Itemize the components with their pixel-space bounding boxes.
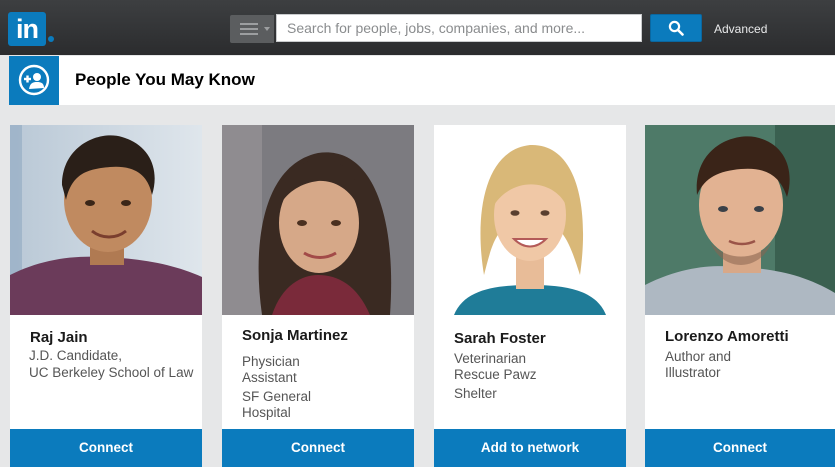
connect-button[interactable]: Connect <box>10 429 202 467</box>
person-title-line: Rescue Pawz <box>454 367 537 382</box>
nav-menu-button[interactable] <box>230 15 274 43</box>
search-icon <box>668 20 684 36</box>
person-title-line: J.D. Candidate, <box>29 348 123 363</box>
connect-button[interactable]: Connect <box>222 429 414 467</box>
person-name[interactable]: Sonja Martinez <box>242 327 348 344</box>
connect-button[interactable]: Connect <box>645 429 835 467</box>
person-title-line: Physician <box>242 354 300 369</box>
section-header: People You May Know <box>9 56 835 105</box>
search-button[interactable] <box>650 14 702 42</box>
person-card-sarah-foster[interactable]: Sarah Foster Veterinarian Rescue Pawz Sh… <box>434 125 626 467</box>
logo-dot <box>48 36 54 42</box>
person-card-sonja-martinez[interactable]: Sonja Martinez Physician Assistant SF Ge… <box>222 125 414 467</box>
advanced-search-link[interactable]: Advanced <box>714 22 767 36</box>
profile-photo[interactable] <box>222 125 414 315</box>
person-title-line: Hospital <box>242 405 291 420</box>
profile-photo[interactable] <box>645 125 835 315</box>
person-name[interactable]: Lorenzo Amoretti <box>665 328 789 345</box>
page-title: People You May Know <box>75 70 255 89</box>
person-title-line: Shelter <box>454 386 497 401</box>
add-connection-icon <box>18 64 50 96</box>
profile-photo[interactable] <box>434 125 626 315</box>
person-title-line: Illustrator <box>665 365 721 380</box>
person-title-line: Veterinarian <box>454 351 527 366</box>
person-name[interactable]: Sarah Foster <box>454 330 546 347</box>
menu-icon <box>240 23 258 38</box>
person-title-line: SF General <box>242 389 312 404</box>
linkedin-logo[interactable]: in <box>8 12 46 46</box>
person-card-raj-jain[interactable]: Raj Jain J.D. Candidate, UC Berkeley Sch… <box>10 125 202 467</box>
person-title-line: Author and <box>665 349 732 364</box>
person-name[interactable]: Raj Jain <box>30 329 88 346</box>
section-icon-box <box>9 56 59 105</box>
profile-photo[interactable] <box>10 125 202 315</box>
top-nav-bar: in Advanced <box>0 0 835 55</box>
search-input[interactable] <box>276 14 642 42</box>
person-card-lorenzo-amoretti[interactable]: Lorenzo Amoretti Author and Illustrator … <box>645 125 835 467</box>
person-title-line: UC Berkeley School of Law <box>29 365 194 380</box>
add-to-network-button[interactable]: Add to network <box>434 429 626 467</box>
chevron-down-icon <box>264 27 270 31</box>
person-title-line: Assistant <box>242 370 297 385</box>
